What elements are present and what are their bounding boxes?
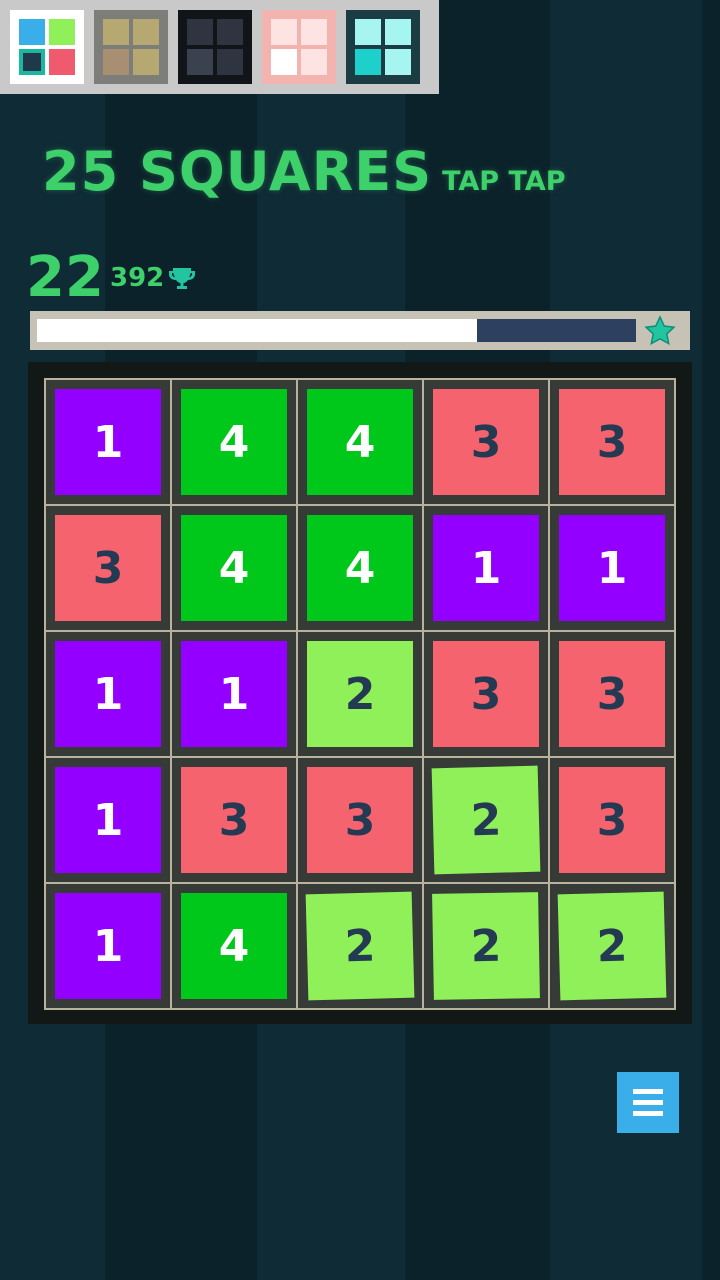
number-tile[interactable]: 4 [307,389,413,495]
number-tile[interactable]: 1 [181,641,287,747]
grid-cell: 3 [171,757,297,883]
grid-cell: 1 [45,757,171,883]
number-tile[interactable]: 2 [305,891,415,1001]
theme-swatch [187,19,213,45]
grid-cell: 3 [549,757,675,883]
grid-cell: 4 [297,379,423,505]
grid-cell: 3 [549,379,675,505]
theme-swatch [385,19,411,45]
theme-swatch [19,19,45,45]
grid-cell: 1 [45,379,171,505]
number-tile[interactable]: 4 [181,893,287,999]
number-tile[interactable]: 3 [181,767,287,873]
theme-swatch [271,19,297,45]
game-title: 25 SQUARES TAP TAP [42,140,566,203]
theme-dark-button[interactable] [178,10,252,84]
grid-cell: 1 [45,883,171,1009]
number-tile[interactable]: 1 [55,767,161,873]
theme-swatch [355,49,381,75]
theme-swatch [19,49,45,75]
grid-cell: 4 [171,883,297,1009]
grid-cell: 1 [45,631,171,757]
number-tile[interactable]: 3 [433,641,539,747]
number-tile[interactable]: 3 [559,389,665,495]
grid-cell: 4 [171,379,297,505]
theme-sand-button[interactable] [94,10,168,84]
star-icon [644,315,676,346]
number-tile[interactable]: 1 [55,641,161,747]
grid-cell: 3 [297,757,423,883]
grid-cell: 1 [549,505,675,631]
grid-cell: 1 [423,505,549,631]
hamburger-menu-icon-line [633,1089,663,1094]
number-tile[interactable]: 1 [433,515,539,621]
theme-selector-bar [0,0,439,94]
current-score: 22 [26,245,104,310]
theme-pink-button[interactable] [262,10,336,84]
number-tile[interactable]: 3 [559,641,665,747]
number-tile[interactable]: 1 [559,515,665,621]
theme-bright-button[interactable] [10,10,84,84]
number-tile[interactable]: 3 [55,515,161,621]
theme-swatch [187,49,213,75]
grid-cell: 2 [297,631,423,757]
number-tile[interactable]: 3 [433,389,539,495]
theme-swatch [355,19,381,45]
game-board: 1443334411112331332314222 [28,362,692,1024]
number-tile[interactable]: 4 [307,515,413,621]
progress-track [37,319,636,342]
number-tile[interactable]: 3 [307,767,413,873]
tile-grid: 1443334411112331332314222 [44,378,676,1010]
progress-fill [37,319,478,342]
progress-bar [30,311,690,350]
hamburger-menu-icon-line [633,1100,663,1105]
grid-cell: 1 [171,631,297,757]
number-tile[interactable]: 4 [181,389,287,495]
number-tile[interactable]: 2 [432,892,540,1000]
number-tile[interactable]: 2 [557,891,667,1001]
theme-swatch [49,49,75,75]
number-tile[interactable]: 2 [307,641,413,747]
theme-swatch [217,49,243,75]
grid-cell: 2 [297,883,423,1009]
theme-swatch [385,49,411,75]
theme-swatch [103,49,129,75]
grid-cell: 3 [423,379,549,505]
theme-swatch [301,19,327,45]
title-main: 25 SQUARES [42,140,433,203]
number-tile[interactable]: 2 [431,765,541,875]
number-tile[interactable]: 1 [55,389,161,495]
number-tile[interactable]: 1 [55,893,161,999]
grid-cell: 4 [171,505,297,631]
theme-swatch [301,49,327,75]
theme-swatch [217,19,243,45]
number-tile[interactable]: 3 [559,767,665,873]
grid-cell: 2 [423,757,549,883]
hamburger-menu-icon-line [633,1111,663,1116]
theme-swatch [103,19,129,45]
grid-cell: 3 [45,505,171,631]
theme-swatch [49,19,75,45]
best-score: 392 [110,263,165,293]
title-sub: TAP TAP [442,166,566,197]
grid-cell: 2 [423,883,549,1009]
grid-cell: 2 [549,883,675,1009]
menu-button[interactable] [617,1072,679,1133]
grid-cell: 3 [423,631,549,757]
grid-cell: 3 [549,631,675,757]
trophy-icon [169,268,195,289]
grid-cell: 4 [297,505,423,631]
theme-swatch [271,49,297,75]
theme-swatch [133,19,159,45]
theme-cyan-button[interactable] [346,10,420,84]
theme-swatch [133,49,159,75]
number-tile[interactable]: 4 [181,515,287,621]
